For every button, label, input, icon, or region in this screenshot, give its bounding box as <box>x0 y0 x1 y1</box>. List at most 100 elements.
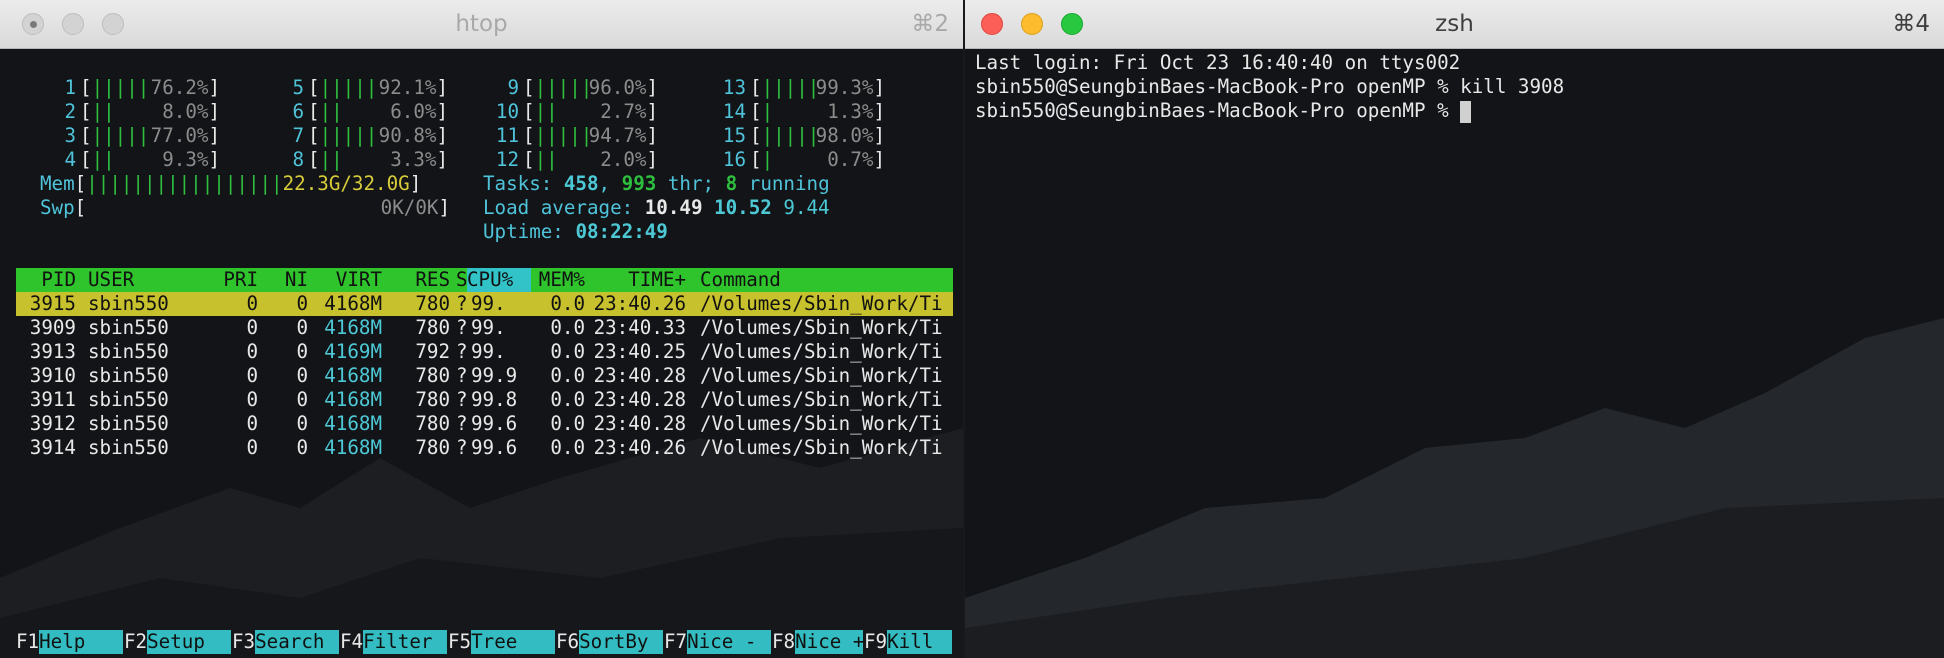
cell-time: 23:40.28 <box>593 388 686 411</box>
column-header-ni[interactable]: NI <box>260 268 308 292</box>
cpu-id: 3 <box>64 124 76 147</box>
column-header-pid[interactable]: PID <box>26 268 76 292</box>
cell-pid: 3915 <box>29 292 76 315</box>
table-row[interactable]: 3914 sbin550 0 0 4168M 780? 99.6 0.0 23:40.26/Vo… <box>16 436 953 460</box>
cpu-id: 7 <box>292 124 304 147</box>
cell-pid: 3913 <box>29 340 76 363</box>
table-row[interactable]: 3912 sbin550 0 0 4168M 780? 99.6 0.0 23:40.28/Vo… <box>16 412 953 436</box>
fkey-filter[interactable]: F4Filter <box>340 630 448 654</box>
zsh-window[interactable]: zsh ⌘4 Last login: Fri Oct 23 16:40:40 o… <box>965 0 1944 658</box>
cell-res: 780 <box>415 364 450 387</box>
cpu-bar: || <box>91 148 115 171</box>
fkey-help[interactable]: F1Help <box>16 630 124 654</box>
cpu-id: 15 <box>722 124 746 147</box>
column-header-mem[interactable]: MEM% <box>531 268 585 292</box>
fkey-sortby[interactable]: F6SortBy <box>556 630 664 654</box>
fkey-setup[interactable]: F2Setup <box>124 630 232 654</box>
cell-pid: 3914 <box>29 436 76 459</box>
column-header-virt[interactable]: VIRT <box>310 268 382 292</box>
cpu-id: 9 <box>507 76 519 99</box>
cell-pri: 0 <box>246 436 258 459</box>
cell-time: 23:40.28 <box>593 412 686 435</box>
cpu-meter: 2 [|| 8.0%] <box>40 100 220 124</box>
cell-res: 780 <box>415 436 450 459</box>
fkey-tree[interactable]: F5Tree <box>448 630 556 654</box>
cell-cmd: /Volumes/Sbin_Work/Ti <box>700 436 943 459</box>
cpu-value: 77.0% <box>150 124 209 147</box>
meter-bracket: [ <box>308 100 320 123</box>
cell-pri: 0 <box>246 292 258 315</box>
column-header-cmd[interactable]: Command <box>700 268 955 292</box>
cell-mem: 0.0 <box>550 412 585 435</box>
table-row[interactable]: 3911 sbin550 0 0 4168M 780? 99.8 0.0 23:40.28/Vo… <box>16 388 953 412</box>
cpu-meter: 10 [|| 2.7%] <box>483 100 658 124</box>
cpu-value: 8.0% <box>162 100 209 123</box>
meter-bracket: [ <box>80 100 92 123</box>
cell-ni: 0 <box>296 316 308 339</box>
meter-bracket: [ <box>750 100 762 123</box>
column-header-cpu[interactable]: CPU% <box>467 268 531 292</box>
htop-titlebar[interactable]: htop ⌘2 <box>0 0 963 49</box>
zsh-titlebar[interactable]: zsh ⌘4 <box>965 0 1944 49</box>
column-header-pri[interactable]: PRI <box>186 268 258 292</box>
fkey-kill[interactable]: F9Kill <box>864 630 953 654</box>
cell-virt: 4168M <box>324 316 382 339</box>
window-shortcut: ⌘4 <box>1892 11 1930 37</box>
cell-cmd: /Volumes/Sbin_Work/Ti <box>700 316 943 339</box>
htop-terminal[interactable]: 1 [||||| 76.2%] 2 [|| 8.0%] 3 [||||| 77.0%] 4 [|| 9… <box>0 49 963 658</box>
cpu-value: 90.8% <box>378 124 437 147</box>
cell-user: sbin550 <box>88 436 169 459</box>
cell-pri: 0 <box>246 388 258 411</box>
fkey-nice[interactable]: F8Nice + <box>772 630 864 654</box>
fkey-label: Tree <box>471 630 556 654</box>
meter-bracket: ] <box>646 148 658 171</box>
cell-res: 792 <box>415 340 450 363</box>
cell-ni: 0 <box>296 340 308 363</box>
meter-bracket: [ <box>80 148 92 171</box>
fkey-number: F6 <box>556 630 580 653</box>
cell-s: ? <box>456 292 468 315</box>
cpu-value: 99.3% <box>815 76 874 99</box>
terminal-prompt[interactable]: sbin550@SeungbinBaes-MacBook-Pro openMP … <box>975 99 1472 123</box>
cell-pid: 3909 <box>29 316 76 339</box>
cpu-meter: 9 [||||| 96.0%] <box>483 76 658 100</box>
fkey-number: F1 <box>16 630 40 653</box>
table-row[interactable]: 3909 sbin550 0 0 4168M 780? 99. 0.0 23:40.33/Vol… <box>16 316 953 340</box>
cpu-meter: 15 [||||| 98.0%] <box>710 124 885 148</box>
meter-bracket: ] <box>436 100 448 123</box>
cpu-meter: 14 [| 1.3%] <box>710 100 885 124</box>
meter-bracket: [ <box>308 76 320 99</box>
htop-window[interactable]: htop ⌘2 1 [||||| 76.2%] 2 [|| 8.0%] 3 [||||| 77.… <box>0 0 963 658</box>
cpu-meter: 12 [|| 2.0%] <box>483 148 658 172</box>
table-row[interactable]: 3910 sbin550 0 0 4168M 780? 99.9 0.0 23:40.28/Vo… <box>16 364 953 388</box>
column-header-res[interactable]: RES <box>388 268 450 292</box>
cell-cmd: /Volumes/Sbin_Work/Ti <box>700 292 943 315</box>
cpu-meter: 13 [||||| 99.3%] <box>710 76 885 100</box>
cell-mem: 0.0 <box>550 292 585 315</box>
cpu-id: 11 <box>495 124 519 147</box>
cpu-meter: 3 [||||| 77.0%] <box>40 124 220 148</box>
table-row[interactable]: 3913 sbin550 0 0 4169M 792? 99. 0.0 23:40.25/Vol… <box>16 340 953 364</box>
cpu-id: 1 <box>64 76 76 99</box>
column-header-user[interactable]: USER <box>88 268 188 292</box>
cpu-meter: 8 [|| 3.3%] <box>268 148 448 172</box>
cell-cmd: /Volumes/Sbin_Work/Ti <box>700 412 943 435</box>
fkey-number: F4 <box>340 630 364 653</box>
cell-ni: 0 <box>296 436 308 459</box>
cell-mem: 0.0 <box>550 316 585 339</box>
cell-cpu: 99.6 <box>471 436 518 459</box>
fkey-search[interactable]: F3Search <box>232 630 340 654</box>
fkey-nice[interactable]: F7Nice - <box>664 630 772 654</box>
column-header-time[interactable]: TIME+ <box>588 268 686 292</box>
cpu-meter: 11 [||||| 94.7%] <box>483 124 658 148</box>
cpu-id: 6 <box>292 100 304 123</box>
cpu-id: 8 <box>292 148 304 171</box>
table-row[interactable]: 3915 sbin550 0 0 4168M 780? 99. 0.0 23:40.26/Vol… <box>16 292 953 316</box>
meter-bracket: [ <box>523 124 535 147</box>
cell-pid: 3911 <box>29 388 76 411</box>
cell-res: 780 <box>415 316 450 339</box>
fkey-label: Nice - <box>687 630 772 654</box>
zsh-terminal[interactable]: Last login: Fri Oct 23 16:40:40 on ttys0… <box>965 49 1944 658</box>
process-table-header[interactable]: PID USER PRI NI VIRT RES S CPU% MEM% TIME+ Command <box>16 268 953 292</box>
cell-time: 23:40.25 <box>593 340 686 363</box>
